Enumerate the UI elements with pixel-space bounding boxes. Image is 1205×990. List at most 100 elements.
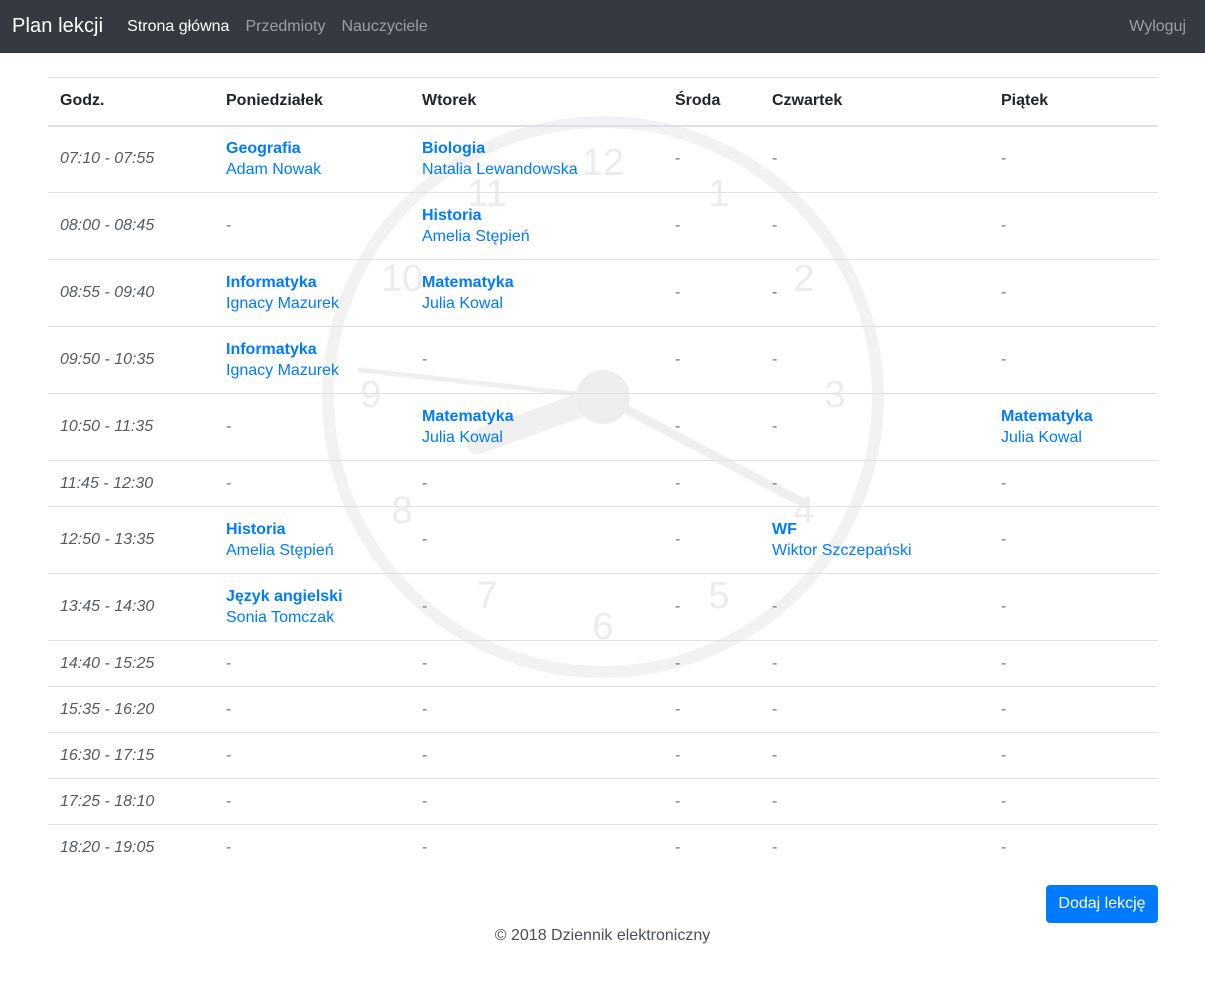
empty-slot: - — [772, 217, 778, 234]
lesson-cell-wednesday: - — [663, 640, 760, 687]
header-monday: Poniedziałek — [214, 77, 410, 127]
lesson-subject-link[interactable]: Język angielski — [226, 586, 398, 607]
lesson-time: 09:50 - 10:35 — [48, 326, 214, 394]
lesson-teacher-link[interactable]: Julia Kowal — [422, 427, 651, 448]
lesson-cell-thursday: WF Wiktor Szczepański — [760, 506, 989, 574]
lesson-time: 11:45 - 12:30 — [48, 460, 214, 507]
empty-slot: - — [1001, 531, 1007, 548]
lesson-cell-wednesday: - — [663, 732, 760, 779]
empty-slot: - — [422, 598, 428, 615]
empty-slot: - — [675, 838, 681, 856]
lesson-subject-link[interactable]: Matematyka — [422, 406, 651, 427]
lesson-teacher-link[interactable]: Natalia Lewandowska — [422, 159, 651, 180]
empty-slot: - — [1001, 700, 1007, 718]
lesson-cell-wednesday: - — [663, 778, 760, 825]
table-row: 14:40 - 15:25- - - - - — [48, 640, 1158, 687]
lesson-subject-link[interactable]: Historia — [422, 205, 651, 226]
table-row: 15:35 - 16:20- - - - - — [48, 686, 1158, 733]
empty-slot: - — [772, 838, 778, 856]
empty-slot: - — [1001, 284, 1007, 301]
empty-slot: - — [422, 746, 428, 764]
lesson-cell-wednesday: - — [663, 326, 760, 394]
table-row: 08:00 - 08:45- Historia Amelia Stępień - - - — [48, 192, 1158, 260]
top-navbar: Plan lekcji Strona główna Przedmioty Nau… — [0, 0, 1205, 53]
empty-slot: - — [1001, 746, 1007, 764]
lesson-time: 13:45 - 14:30 — [48, 573, 214, 641]
lesson-teacher-link[interactable]: Ignacy Mazurek — [226, 360, 398, 381]
lesson-cell-monday: - — [214, 192, 410, 260]
lesson-time: 14:40 - 15:25 — [48, 640, 214, 687]
lesson-cell-tuesday: - — [410, 686, 663, 733]
lesson-subject-link[interactable]: Biologia — [422, 138, 651, 159]
lesson-cell-monday: - — [214, 686, 410, 733]
brand-title[interactable]: Plan lekcji — [12, 15, 103, 38]
lesson-time: 16:30 - 17:15 — [48, 732, 214, 779]
empty-slot: - — [226, 746, 232, 764]
lesson-subject-link[interactable]: Matematyka — [422, 272, 651, 293]
schedule-header-row: Godz. Poniedziałek Wtorek Środa Czwartek… — [48, 77, 1158, 127]
empty-slot: - — [226, 654, 232, 672]
empty-slot: - — [772, 700, 778, 718]
empty-slot: - — [422, 654, 428, 672]
footer-copyright: © 2018 Dziennik elektroniczny — [494, 927, 711, 944]
lesson-subject-link[interactable]: Informatyka — [226, 272, 398, 293]
empty-slot: - — [226, 418, 232, 435]
lesson-teacher-link[interactable]: Amelia Stępień — [422, 226, 651, 247]
empty-slot: - — [772, 598, 778, 615]
nav-link-teachers[interactable]: Nauczyciele — [341, 18, 427, 36]
lesson-teacher-link[interactable]: Sonia Tomczak — [226, 607, 398, 628]
empty-slot: - — [675, 418, 681, 435]
lesson-teacher-link[interactable]: Wiktor Szczepański — [772, 540, 977, 561]
lesson-cell-thursday: - — [760, 326, 989, 394]
lesson-cell-thursday: - — [760, 126, 989, 193]
add-lesson-button[interactable]: Dodaj lekcję — [1046, 885, 1158, 923]
empty-slot: - — [675, 654, 681, 672]
nav-link-subjects[interactable]: Przedmioty — [245, 18, 325, 36]
lesson-subject-link[interactable]: Informatyka — [226, 339, 398, 360]
lesson-cell-tuesday: - — [410, 778, 663, 825]
empty-slot: - — [422, 838, 428, 856]
lesson-cell-monday: Geografia Adam Nowak — [214, 126, 410, 193]
lesson-cell-friday: - — [989, 326, 1158, 394]
lesson-cell-tuesday: - — [410, 573, 663, 641]
lesson-cell-monday: Informatyka Ignacy Mazurek — [214, 259, 410, 327]
empty-slot: - — [1001, 150, 1007, 168]
empty-slot: - — [772, 418, 778, 435]
table-row: 13:45 - 14:30 Język angielski Sonia Tomcza… — [48, 573, 1158, 641]
lesson-subject-link[interactable]: Matematyka — [1001, 406, 1146, 427]
nav-link-home[interactable]: Strona główna — [127, 18, 229, 36]
lesson-teacher-link[interactable]: Amelia Stępień — [226, 540, 398, 561]
lesson-subject-link[interactable]: Geografia — [226, 138, 398, 159]
empty-slot: - — [226, 838, 232, 856]
lesson-cell-thursday: - — [760, 732, 989, 779]
empty-slot: - — [675, 217, 681, 234]
empty-slot: - — [226, 700, 232, 718]
empty-slot: - — [675, 351, 681, 368]
lesson-cell-thursday: - — [760, 393, 989, 461]
lesson-cell-thursday: - — [760, 259, 989, 327]
lesson-subject-link[interactable]: WF — [772, 519, 977, 540]
table-row: 18:20 - 19:05- - - - - — [48, 824, 1158, 871]
empty-slot: - — [675, 284, 681, 301]
lesson-teacher-link[interactable]: Adam Nowak — [226, 159, 398, 180]
lesson-cell-friday: - — [989, 824, 1158, 871]
lesson-cell-wednesday: - — [663, 393, 760, 461]
empty-slot: - — [675, 150, 681, 168]
empty-slot: - — [226, 474, 232, 492]
empty-slot: - — [772, 284, 778, 301]
empty-slot: - — [675, 474, 681, 492]
lesson-teacher-link[interactable]: Julia Kowal — [1001, 427, 1146, 448]
lesson-cell-thursday: - — [760, 460, 989, 507]
lesson-cell-friday: - — [989, 259, 1158, 327]
lesson-teacher-link[interactable]: Ignacy Mazurek — [226, 293, 398, 314]
logout-link[interactable]: Wyloguj — [1129, 18, 1186, 36]
lesson-cell-friday: - — [989, 460, 1158, 507]
lesson-teacher-link[interactable]: Julia Kowal — [422, 293, 651, 314]
lesson-cell-friday: - — [989, 640, 1158, 687]
lesson-cell-wednesday: - — [663, 126, 760, 193]
lesson-subject-link[interactable]: Historia — [226, 519, 398, 540]
empty-slot: - — [772, 474, 778, 492]
table-row: 11:45 - 12:30- - - - - — [48, 460, 1158, 507]
lesson-time: 08:00 - 08:45 — [48, 192, 214, 260]
empty-slot: - — [422, 792, 428, 810]
